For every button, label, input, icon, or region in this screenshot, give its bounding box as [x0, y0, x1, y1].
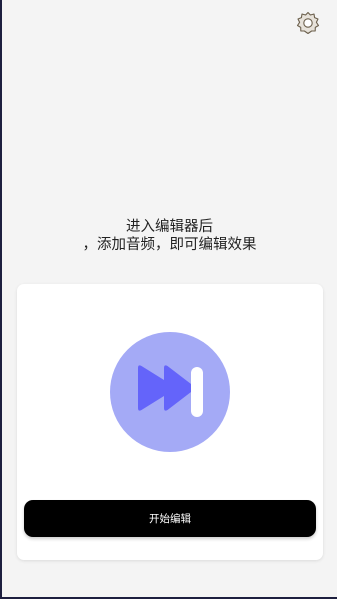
- gear-icon: [296, 11, 320, 35]
- settings-button[interactable]: [295, 10, 321, 36]
- instruction-text: 进入编辑器后 ，添加音频，即可编辑效果: [82, 219, 257, 253]
- skip-forward-icon: [110, 332, 230, 452]
- app-screen: 进入编辑器后 ，添加音频，即可编辑效果 开始编辑: [2, 0, 337, 597]
- editor-card: 开始编辑: [17, 284, 323, 560]
- start-editing-button[interactable]: 开始编辑: [24, 500, 316, 537]
